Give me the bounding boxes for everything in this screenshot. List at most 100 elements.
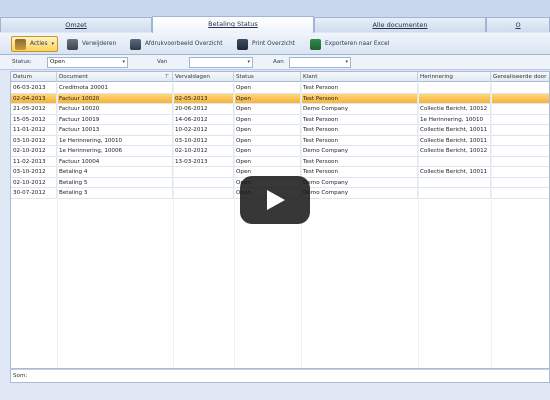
cell-klant: Demo Company (301, 104, 418, 115)
table-row[interactable]: 15-05-2012 Factuur 10019 14-06-2012 Open Tes… (11, 114, 549, 126)
acties-button[interactable]: Acties ▾ (11, 36, 59, 52)
tab-omzet[interactable]: Omzet (0, 17, 152, 32)
cell-vervaldagen: 20-06-2012 (173, 104, 234, 115)
cell-gerealiseerde (491, 104, 549, 115)
column-header-status[interactable]: Status (234, 72, 301, 82)
verwijderen-button[interactable]: Verwijderen (64, 36, 119, 52)
chevron-down-icon: ▾ (345, 59, 348, 65)
column-divider (173, 83, 174, 368)
tab-betaling-status[interactable]: Betaling Status (152, 16, 314, 33)
cell-herinnering (418, 188, 491, 199)
column-header-vervaldagen[interactable]: Vervaldagen (173, 72, 234, 82)
acties-icon (15, 38, 26, 50)
cell-vervaldagen (173, 167, 234, 178)
tab-bar: Omzet Betaling Status Alle documenten O (0, 0, 550, 33)
export-excel-label: Exporteren naar Excel (325, 41, 390, 47)
aan-label: Aan (273, 59, 284, 65)
cell-herinnering: Collectie Bericht, 10012 (418, 146, 491, 157)
cell-klant: Demo Company (301, 188, 418, 199)
tab-alle-documenten[interactable]: Alle documenten (314, 17, 486, 32)
cell-herinnering: Collectie Bericht, 10011 (418, 135, 491, 146)
cell-herinnering (418, 156, 491, 167)
cell-vervaldagen: 02-10-2012 (173, 146, 234, 157)
table-row[interactable]: 06-03-2013 Creditnota 20001 Open Test Perso… (11, 83, 549, 94)
cell-document: Factuur 10013 (57, 125, 173, 136)
column-header-document[interactable]: Document ⊤ (57, 72, 173, 82)
cell-document: Factuur 10020 (57, 93, 173, 104)
cell-gerealiseerde (491, 125, 549, 136)
table-row[interactable]: 11-02-2013 Factuur 10004 13-03-2013 Open Tes… (11, 156, 549, 168)
printer-icon (237, 38, 248, 50)
table-row[interactable]: 21-05-2012 Factuur 10020 20-06-2012 Open Dem… (11, 104, 549, 115)
grid-header: Datum Document ⊤ Vervaldagen Status Klant Heri… (11, 72, 549, 82)
print-preview-icon (130, 38, 141, 50)
cell-herinnering (418, 83, 491, 94)
cell-status: Open (234, 83, 301, 94)
cell-vervaldagen: 10-02-2012 (173, 125, 234, 136)
excel-icon (310, 38, 321, 50)
cell-status: Open (234, 93, 301, 104)
filter-bar: Status: Open ▾ Van ▾ Aan ▾ (0, 55, 550, 70)
column-header-gerealiseerde[interactable]: Gerealiseerde door (491, 72, 549, 82)
cell-herinnering (418, 93, 491, 104)
chevron-down-icon: ▾ (247, 59, 250, 65)
cell-datum: 03-10-2012 (11, 135, 57, 146)
cell-status: Open (234, 156, 301, 167)
bottom-bar (0, 384, 550, 400)
cell-gerealiseerde (491, 157, 549, 168)
cell-vervaldagen: 13-03-2013 (173, 156, 234, 167)
cell-datum: 21-05-2012 (11, 104, 57, 115)
aan-date-field[interactable]: ▾ (289, 57, 351, 68)
cell-klant: Test Persoon (301, 167, 418, 178)
delete-icon (67, 38, 78, 50)
cell-document: Factuur 10019 (57, 114, 173, 125)
column-header-klant[interactable]: Klant (301, 72, 418, 82)
cell-document: Betaling 4 (57, 167, 173, 178)
cell-status: Open (234, 146, 301, 157)
column-divider (418, 83, 419, 368)
column-divider (301, 83, 302, 368)
cell-klant: Test Persoon (301, 135, 418, 146)
tab-overflow[interactable]: O (486, 17, 550, 32)
cell-vervaldagen (173, 177, 234, 188)
cell-klant: Test Persoon (301, 156, 418, 167)
cell-herinnering: Collectie Bericht, 10011 (418, 125, 491, 136)
cell-gerealiseerde (491, 178, 549, 189)
cell-gerealiseerde (491, 115, 549, 126)
column-divider (234, 83, 235, 368)
van-date-field[interactable]: ▾ (189, 57, 253, 68)
cell-datum: 02-04-2013 (11, 93, 57, 104)
cell-document: Factuur 10004 (57, 156, 173, 167)
play-icon[interactable] (240, 176, 310, 224)
cell-document: Factuur 10020 (57, 104, 173, 115)
filter-icon[interactable]: ⊤ (165, 72, 169, 82)
cell-gerealiseerde (491, 136, 549, 147)
cell-herinnering: Collectie Bericht, 10012 (418, 104, 491, 115)
print-button[interactable]: Print Overzicht (234, 36, 298, 52)
table-row[interactable]: 11-01-2012 Factuur 10013 10-02-2012 Open Tes… (11, 125, 549, 136)
cell-klant: Test Persoon (301, 114, 418, 125)
table-row[interactable]: 03-10-2012 1e Herinnering, 10010 03-10-201… (11, 135, 549, 147)
cell-datum: 02-10-2012 (11, 177, 57, 188)
cell-status: Open (234, 114, 301, 125)
table-row[interactable]: 02-04-2013 Factuur 10020 02-05-2013 Open Tes… (11, 93, 549, 105)
cell-document: 1e Herinnering, 10010 (57, 135, 173, 146)
cell-datum: 11-01-2012 (11, 125, 57, 136)
cell-document: Creditnota 20001 (57, 83, 173, 94)
cell-status: Open (234, 125, 301, 136)
cell-vervaldagen (173, 83, 234, 94)
cell-herinnering (418, 177, 491, 188)
column-header-datum[interactable]: Datum (11, 72, 57, 82)
column-header-herinnering[interactable]: Herinnering (418, 72, 491, 82)
cell-gerealiseerde (491, 146, 549, 157)
cell-status: Open (234, 135, 301, 146)
table-row[interactable]: 02-10-2012 1e Herinnering, 10006 02-10-201… (11, 146, 549, 157)
cell-klant: Demo Company (301, 177, 418, 188)
cell-gerealiseerde (491, 167, 549, 178)
status-filter-select[interactable]: Open ▾ (47, 57, 128, 68)
cell-gerealiseerde (491, 94, 549, 105)
cell-klant: Test Persoon (301, 83, 418, 94)
afdrukvoorbeeld-button[interactable]: Afdrukvoorbeeld Overzicht (127, 36, 225, 52)
verwijderen-label: Verwijderen (82, 41, 117, 47)
export-excel-button[interactable]: Exporteren naar Excel (307, 36, 392, 52)
